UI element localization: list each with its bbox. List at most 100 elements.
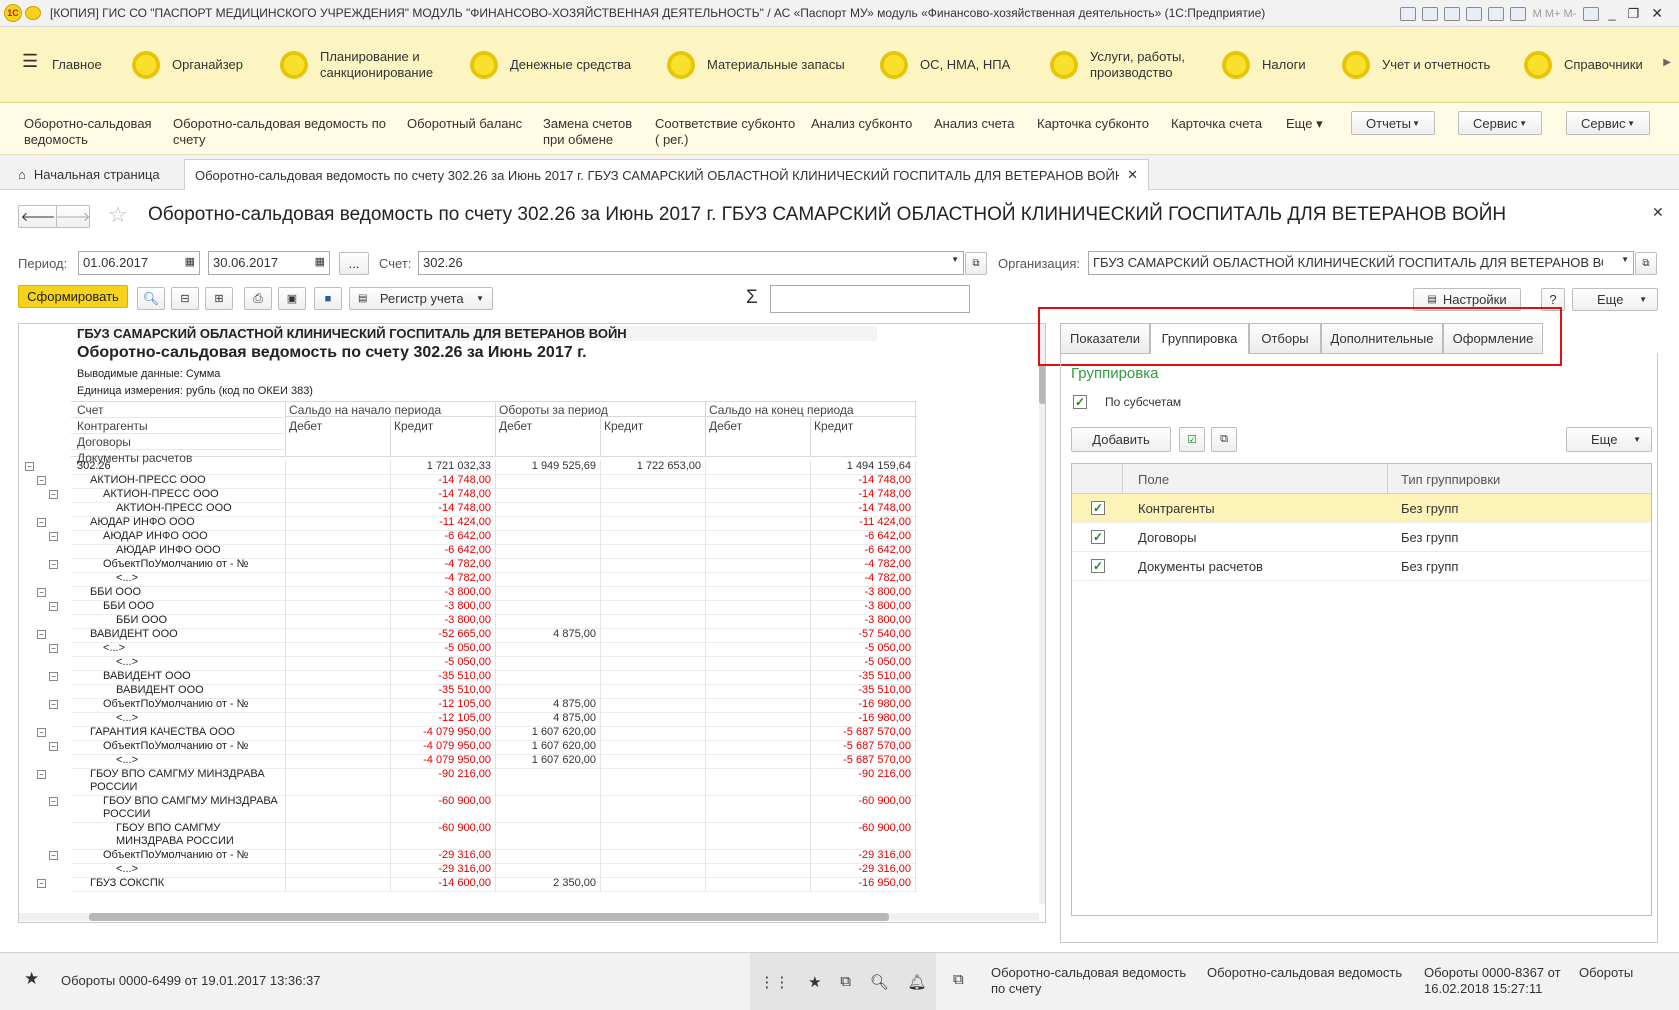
history-item-3[interactable]: Обороты 0000-8367 от 16.02.2018 15:27:11 [1424, 965, 1561, 997]
table-row[interactable]: <...> -5 050,00 -5 050,00 [19, 656, 917, 671]
period-select-button[interactable]: ... [339, 252, 369, 275]
by-subaccounts-checkbox[interactable]: ✓ По субсчетам [1073, 395, 1181, 409]
section-organizer[interactable]: Органайзер [132, 27, 243, 103]
table-row[interactable]: ✓ Договоры Без групп [1072, 523, 1651, 552]
table-row[interactable]: ББИ ООО -3 800,00 -3 800,00 [19, 614, 917, 629]
table-row[interactable]: ВАВИДЕНТ ООО -35 510,00 -35 510,00 [19, 684, 917, 699]
find-button[interactable]: 🔍︎ [137, 287, 165, 310]
menu-burger-icon[interactable]: ☰ [22, 51, 38, 72]
register-button[interactable]: ▤ Регистр учета ▼ [349, 287, 493, 310]
nav-account-analysis[interactable]: Анализ счета [934, 116, 1014, 132]
generate-button[interactable]: Сформировать [18, 285, 128, 308]
close-window-icon[interactable]: ✕ [1651, 5, 1663, 22]
favorite-star-icon[interactable]: ☆ [108, 202, 128, 228]
report-vscroll[interactable] [1039, 324, 1045, 904]
scroll-right-icon[interactable]: ▶ [1663, 57, 1671, 68]
section-main[interactable]: Главное [52, 27, 102, 103]
app-menu-icon[interactable] [25, 6, 41, 20]
nav-replace-accounts[interactable]: Замена счетов при обмене [543, 116, 632, 148]
table-row[interactable]: − ОбъектПоУмолчанию от - № -4 079 950,00 1 … [19, 740, 917, 755]
account-field[interactable]: 302.26 ▼ [418, 251, 964, 275]
report-sheet[interactable]: ГБУЗ САМАРСКИЙ ОБЛАСТНОЙ КЛИНИЧЕСКИЙ ГОС… [18, 323, 1046, 923]
table-row[interactable]: − ББИ ООО -3 800,00 -3 800,00 [19, 600, 917, 615]
print-icon[interactable] [1421, 6, 1438, 21]
restore-icon[interactable]: ❐ [1628, 6, 1640, 22]
collapse-all-button[interactable]: ⊟ [171, 287, 199, 310]
tab-home[interactable]: ⌂ Начальная страница [18, 159, 160, 190]
checkbox-checked-icon[interactable]: ✓ [1091, 559, 1105, 573]
table-row[interactable]: <...> -12 105,00 4 875,00 -16 980,00 [19, 712, 917, 727]
report-hscroll[interactable] [19, 913, 1039, 921]
tree-collapse-icon[interactable]: − [37, 476, 46, 485]
report-hscroll-thumb[interactable] [89, 913, 889, 921]
calendar-icon[interactable] [1509, 6, 1526, 21]
paste-icon[interactable] [1487, 6, 1504, 21]
table-row[interactable]: − ГБОУ ВПО САМГМУ МИНЗДРАВА РОССИИ -60 900… [19, 795, 917, 823]
nav-account-card[interactable]: Карточка счета [1171, 116, 1262, 132]
close-form-icon[interactable]: ✕ [1652, 204, 1664, 221]
tree-collapse-icon[interactable]: − [49, 602, 58, 611]
settings-more-button[interactable]: Еще ▼ [1566, 427, 1652, 452]
print-button[interactable]: ⎙ [244, 287, 272, 310]
dropdown-icon[interactable]: ▼ [951, 255, 959, 264]
tree-collapse-icon[interactable]: − [49, 851, 58, 860]
tree-collapse-icon[interactable]: − [37, 630, 46, 639]
info-icon[interactable] [1583, 6, 1600, 21]
tree-collapse-icon[interactable]: − [37, 770, 46, 779]
more-button[interactable]: Еще ▼ [1572, 288, 1658, 311]
open-account-button[interactable]: ⧉ [965, 252, 987, 275]
history-icon[interactable]: ⧉ [840, 973, 851, 990]
table-row[interactable]: − ОбъектПоУмолчанию от - № -12 105,00 4 875… [19, 698, 917, 713]
copy-icon[interactable] [1465, 6, 1482, 21]
notifications-bell-icon[interactable]: 🔔︎ [908, 973, 927, 991]
table-row[interactable]: − АКТИОН-ПРЕСС ООО -14 748,00 -14 748,00 [19, 488, 917, 503]
table-row[interactable]: АКТИОН-ПРЕСС ООО -14 748,00 -14 748,00 [19, 502, 917, 517]
memory-buttons-icon[interactable]: M M+ M- [1533, 8, 1577, 20]
section-inventory[interactable]: Материальные запасы [667, 27, 845, 103]
table-row[interactable]: − АЮДАР ИНФО ООО -6 642,00 -6 642,00 [19, 530, 917, 545]
calendar-icon[interactable]: ▦ [315, 255, 325, 268]
section-reporting[interactable]: Учет и отчетность [1342, 27, 1490, 103]
tree-collapse-icon[interactable]: − [49, 644, 58, 653]
table-row[interactable]: ✓ Документы расчетов Без групп [1072, 552, 1651, 581]
open-organization-button[interactable]: ⧉ [1635, 252, 1657, 275]
table-row[interactable]: <...> -4 782,00 -4 782,00 [19, 572, 917, 587]
table-row[interactable]: − ББИ ООО -3 800,00 -3 800,00 [19, 586, 917, 601]
back-button[interactable]: 🡐 [18, 205, 58, 228]
section-catalogs[interactable]: Справочники [1524, 27, 1643, 103]
table-row[interactable]: ✓ Контрагенты Без групп [1072, 494, 1651, 523]
preview-button[interactable]: ▣ [278, 287, 306, 310]
date-to-field[interactable]: 30.06.2017 ▦ [208, 251, 330, 275]
history-item-1[interactable]: Оборотно-сальдовая ведомость по счету [991, 965, 1186, 997]
nav-turnover-balance[interactable]: Оборотный баланс [407, 116, 522, 132]
nav-subconto-analysis[interactable]: Анализ субконто [811, 116, 912, 132]
checkbox-checked-icon[interactable]: ✓ [1091, 530, 1105, 544]
tree-collapse-icon[interactable]: − [49, 560, 58, 569]
table-row[interactable]: − ВАВИДЕНТ ООО -52 665,00 4 875,00 -57 540,0… [19, 628, 917, 643]
tree-collapse-icon[interactable]: − [37, 879, 46, 888]
dropdown-icon[interactable]: ▼ [1621, 255, 1629, 264]
save-button[interactable]: ■ [314, 287, 342, 310]
close-tab-icon[interactable]: ✕ [1127, 167, 1138, 183]
table-row[interactable]: − ГБОУ ВПО САМГМУ МИНЗДРАВА РОССИИ -90 216… [19, 768, 917, 796]
table-row[interactable]: − <...> -5 050,00 -5 050,00 [19, 642, 917, 657]
table-row[interactable]: − ГБУЗ СОКСПК -14 600,00 2 350,00 -16 950,00 [19, 877, 917, 892]
history-item-2[interactable]: Оборотно-сальдовая ведомость [1207, 965, 1402, 981]
section-cash[interactable]: Денежные средства [470, 27, 631, 103]
checkbox-checked-icon[interactable]: ✓ [1091, 501, 1105, 515]
tree-collapse-icon[interactable]: − [49, 700, 58, 709]
table-row[interactable]: − АЮДАР ИНФО ООО -11 424,00 -11 424,00 [19, 516, 917, 531]
table-row[interactable]: − ОбъектПоУмолчанию от - № -4 782,00 -4 782… [19, 558, 917, 573]
table-row[interactable]: ГБОУ ВПО САМГМУ МИНЗДРАВА РОССИИ -60 900,… [19, 822, 917, 850]
calendar-icon[interactable]: ▦ [185, 255, 195, 268]
nav-osv-account[interactable]: Оборотно-сальдовая ведомость по счету [173, 116, 386, 148]
history-item-4[interactable]: Обороты [1579, 965, 1633, 981]
tree-collapse-icon[interactable]: − [49, 532, 58, 541]
favorites-star-icon[interactable]: ★ [24, 969, 39, 989]
section-planning[interactable]: Планирование и санкционирование [280, 27, 433, 103]
preview-icon[interactable] [1443, 6, 1460, 21]
tree-collapse-icon[interactable]: − [25, 462, 34, 471]
table-row[interactable]: − АКТИОН-ПРЕСС ООО -14 748,00 -14 748,00 [19, 474, 917, 489]
expand-all-button[interactable]: ⊞ [205, 287, 233, 310]
save-icon[interactable] [1399, 6, 1416, 21]
